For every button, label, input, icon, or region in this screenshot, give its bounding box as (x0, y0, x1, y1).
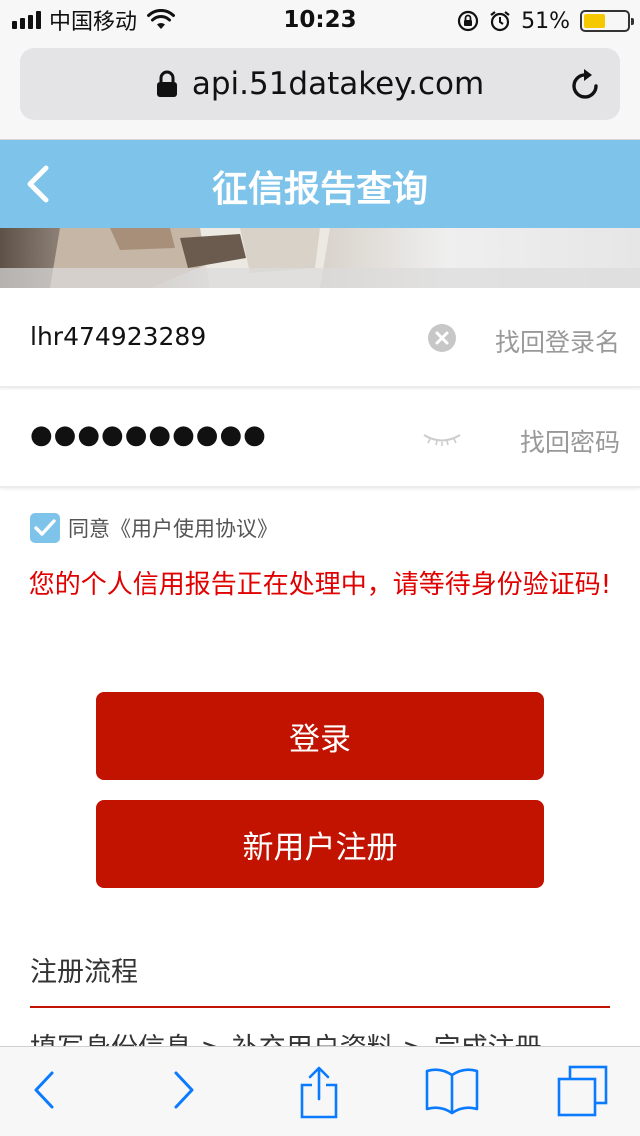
username-field[interactable]: lhr474923289 找回登录名 (0, 290, 640, 388)
agreement-text[interactable]: 同意《用户使用协议》 (68, 513, 278, 543)
password-input[interactable]: ●●●●●●●●●● (30, 420, 267, 450)
password-field[interactable]: ●●●●●●●●●● 找回密码 (0, 390, 640, 488)
battery-fill (584, 14, 606, 28)
eye-closed-icon[interactable] (422, 432, 462, 448)
section-title: 注册流程 (30, 957, 138, 988)
browser-toolbar (0, 1046, 640, 1136)
section-divider (30, 1006, 610, 1008)
lock-icon (156, 70, 177, 97)
bookmarks-icon[interactable] (424, 1065, 480, 1115)
banner-image (0, 228, 640, 288)
recover-password-link[interactable]: 找回密码 (520, 423, 620, 459)
clear-icon[interactable] (428, 324, 456, 352)
agreement-row[interactable]: 同意《用户使用协议》 (30, 512, 278, 544)
battery-icon (580, 10, 634, 32)
recover-username-link[interactable]: 找回登录名 (495, 323, 620, 359)
tabs-icon[interactable] (556, 1065, 610, 1119)
share-icon[interactable] (298, 1065, 340, 1119)
agreement-checkbox[interactable] (30, 513, 60, 543)
reload-icon[interactable] (570, 68, 602, 102)
alarm-icon (490, 11, 510, 32)
page-title: 征信报告查询 (211, 169, 428, 210)
check-icon (34, 519, 56, 536)
status-message: 您的个人信用报告正在处理中，请等待身份验证码! (28, 570, 612, 600)
username-input[interactable]: lhr474923289 (30, 322, 206, 351)
address-bar[interactable]: api.51datakey.com (20, 48, 620, 120)
orientation-lock-icon (457, 10, 479, 32)
status-bar: 中国移动 10:23 51% (0, 0, 640, 40)
login-button[interactable]: 登录 (96, 692, 544, 780)
status-right: 51% (457, 7, 634, 35)
forward-icon[interactable] (170, 1065, 198, 1115)
back-icon[interactable] (30, 1065, 58, 1115)
browser-chrome: api.51datakey.com (0, 40, 640, 140)
banner-photo (0, 228, 640, 288)
url-text[interactable]: api.51datakey.com (192, 66, 484, 102)
register-button[interactable]: 新用户注册 (96, 800, 544, 888)
app-header: 征信报告查询 (0, 140, 640, 228)
battery-percent: 51% (521, 8, 570, 34)
